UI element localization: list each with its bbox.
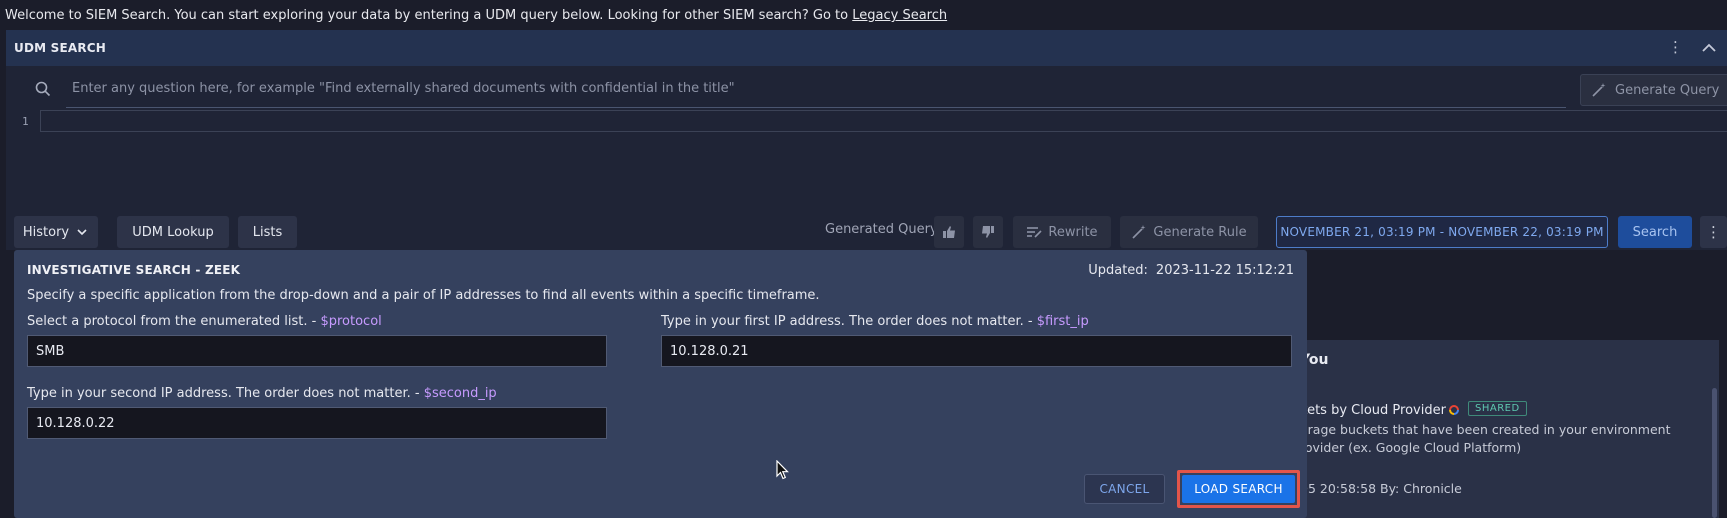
investigative-search-dialog: INVESTIGATIVE SEARCH - ZEEK Updated: 2023… [14, 250, 1307, 518]
second-ip-field-label: Type in your second IP address. The orde… [27, 386, 497, 401]
saved-search-title[interactable]: kets by Cloud Provider [1300, 403, 1446, 418]
chevron-down-icon [77, 229, 87, 236]
updated-timestamp: Updated: 2023-11-22 15:12:21 [1088, 263, 1294, 278]
udm-lookup-label: UDM Lookup [132, 224, 214, 240]
generated-query-label: Generated Query [825, 222, 938, 237]
updated-label: Updated: [1088, 263, 1148, 278]
dialog-title: INVESTIGATIVE SEARCH - ZEEK [27, 263, 241, 277]
protocol-field-label: Select a protocol from the enumerated li… [27, 314, 382, 329]
saved-search-meta: 05 20:58:58 By: Chronicle [1300, 481, 1462, 496]
protocol-input[interactable] [27, 335, 607, 367]
google-cloud-icon [1449, 405, 1459, 415]
second-ip-label-text: Type in your second IP address. The orde… [27, 386, 424, 401]
vertical-dots-icon[interactable]: ⋮ [1668, 38, 1683, 56]
udm-lookup-button[interactable]: UDM Lookup [117, 216, 229, 248]
protocol-variable: $protocol [320, 314, 382, 329]
dialog-description: Specify a specific application from the … [27, 288, 820, 303]
udm-query-editor[interactable] [40, 110, 1727, 132]
generate-rule-label: Generate Rule [1153, 224, 1247, 240]
legacy-search-link[interactable]: Legacy Search [852, 8, 947, 23]
search-icon [35, 81, 51, 97]
rewrite-label: Rewrite [1048, 224, 1098, 240]
saved-search-description-continued: rovider (ex. Google Cloud Platform) [1300, 440, 1522, 455]
history-label: History [22, 224, 70, 240]
first-ip-label-text: Type in your first IP address. The order… [661, 314, 1037, 329]
card-scrollbar[interactable] [1712, 388, 1717, 518]
saved-search-description: orage buckets that have been created in … [1300, 422, 1671, 437]
generate-rule-button[interactable]: Generate Rule [1120, 216, 1258, 248]
lists-button[interactable]: Lists [238, 216, 297, 248]
welcome-banner: Welcome to SIEM Search. You can start ex… [0, 0, 1727, 30]
second-ip-variable: $second_ip [423, 386, 497, 401]
generate-query-button[interactable]: Generate Query [1580, 74, 1727, 106]
udm-search-header: UDM SEARCH ⋮ [6, 30, 1727, 66]
natural-language-search-row [22, 70, 1572, 108]
thumbs-down-button[interactable] [973, 216, 1003, 248]
lists-label: Lists [252, 224, 283, 240]
first-ip-field-label: Type in your first IP address. The order… [661, 314, 1089, 329]
date-range-picker[interactable]: NOVEMBER 21, 03:19 PM - NOVEMBER 22, 03:… [1276, 216, 1608, 248]
generate-query-label: Generate Query [1615, 82, 1720, 98]
shared-badge: SHARED [1468, 401, 1527, 416]
second-ip-input[interactable] [27, 407, 607, 439]
first-ip-variable: $first_ip [1036, 314, 1089, 329]
thumbs-down-icon [982, 226, 994, 238]
welcome-text: Welcome to SIEM Search. You can start ex… [5, 8, 849, 23]
chevron-up-icon[interactable] [1695, 34, 1723, 62]
rewrite-button[interactable]: Rewrite [1013, 216, 1111, 248]
magic-wand-icon [1592, 83, 1606, 97]
thumbs-up-button[interactable] [934, 216, 964, 248]
natural-language-search-input[interactable] [66, 70, 1566, 108]
search-button[interactable]: Search [1618, 216, 1692, 248]
protocol-label-text: Select a protocol from the enumerated li… [27, 314, 321, 329]
vertical-dots-icon[interactable]: ⋮ [1700, 216, 1727, 248]
rewrite-icon [1027, 227, 1042, 238]
first-ip-input[interactable] [661, 335, 1292, 367]
magic-wand-icon [1132, 225, 1146, 239]
cancel-button[interactable]: CANCEL [1084, 474, 1165, 504]
editor-line-number: 1 [22, 115, 29, 128]
load-search-button[interactable]: LOAD SEARCH [1182, 475, 1295, 503]
history-dropdown-button[interactable]: History [14, 216, 98, 248]
saved-searches-card: You kets by Cloud Provider SHARED orage … [1300, 340, 1719, 518]
mouse-cursor-icon [776, 460, 789, 480]
updated-value: 2023-11-22 15:12:21 [1155, 263, 1294, 278]
thumbs-up-icon [943, 226, 955, 238]
udm-search-title: UDM SEARCH [14, 41, 107, 55]
